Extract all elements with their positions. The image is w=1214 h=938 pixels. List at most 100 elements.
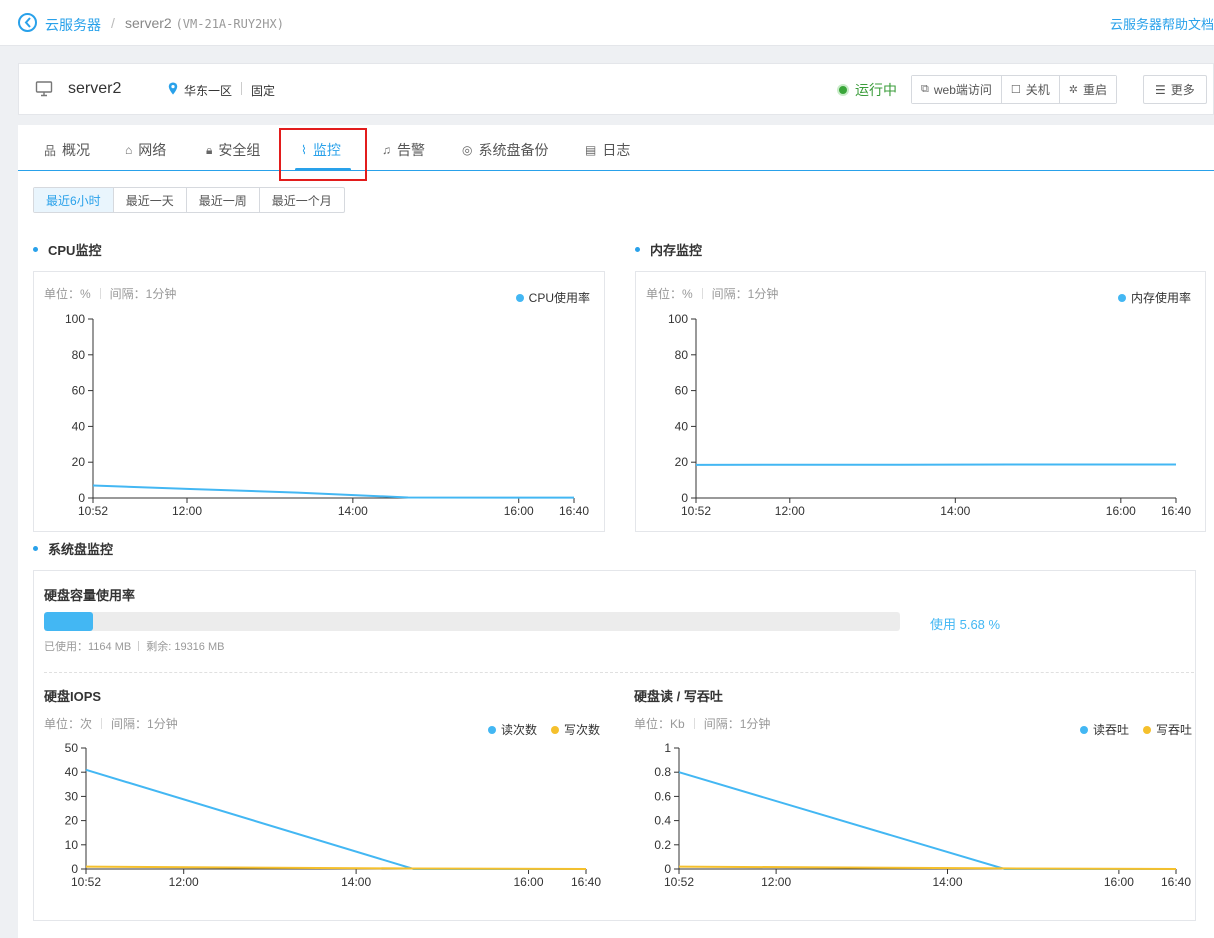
shutdown-button[interactable]: ☐ 关机 [1001, 76, 1060, 103]
server-action-group: ⧉ web端访问 ☐ 关机 ✲ 重启 [911, 75, 1117, 104]
breadcrumb-server-name: server2 [125, 15, 172, 31]
series-line-1 [85, 768, 586, 870]
section-dot-icon [635, 247, 640, 252]
x-tick-label: 16:00 [1104, 875, 1134, 889]
tab-security-group-label: 安全组 [218, 142, 261, 158]
memory-section-title: 内存监控 [635, 240, 702, 259]
reboot-button[interactable]: ✲ 重启 [1059, 76, 1116, 103]
web-console-button[interactable]: ⧉ web端访问 [912, 76, 1002, 103]
more-label: 更多 [1170, 83, 1195, 97]
billing-type-label: 固定 [251, 84, 276, 98]
main-panel: 品概况 ⌂ 网络 🔒︎ 安全组 ⌇ 监控 ♫ 告警 ◎ 系统盘备份 ▤ 日志 最近6小时 最… [18, 125, 1214, 938]
web-console-icon: ⧉ [921, 83, 929, 95]
disk-used: 已使用：1164 MB [44, 641, 132, 653]
x-tick-label: 12:00 [172, 504, 202, 518]
x-tick-label: 14:00 [341, 875, 371, 889]
iops-line-chart: 0 10 20 30 40 50 10:52 12:00 14:00 16:00 16:40 [65, 741, 602, 889]
y-tick-label: 10 [65, 838, 79, 852]
x-tick-label: 16:40 [571, 875, 601, 889]
gear-icon: ✲ [1068, 84, 1078, 96]
disk-title: 系统盘监控 [48, 542, 114, 557]
disk-usage-fill [44, 612, 93, 631]
monitor-icon [35, 80, 53, 101]
tab-disk-backup-label: 系统盘备份 [478, 142, 549, 158]
x-tick-label: 12:00 [761, 875, 791, 889]
memory-title: 内存监控 [650, 243, 703, 258]
help-docs-link[interactable]: 云服务器帮助文档 [1110, 14, 1214, 33]
menu-icon: ☰ [1155, 82, 1166, 97]
disk-free: 剩余: 19316 MB [146, 641, 225, 653]
tab-overview[interactable]: 品概况 [44, 140, 90, 160]
cpu-line-chart: 0 20 40 60 80 100 10:52 12:00 14:00 16:00 16:40 [65, 312, 589, 518]
x-tick-label: 16:00 [514, 875, 544, 889]
y-tick-label: 40 [65, 765, 79, 779]
x-tick-label: 10:52 [664, 875, 694, 889]
disk-capacity-title: 硬盘容量使用率 [44, 588, 136, 603]
series-line-1 [92, 484, 574, 499]
tab-network[interactable]: ⌂ 网络 [125, 140, 166, 160]
sitemap-icon: 品 [44, 143, 57, 158]
server-header-card: server2 华东一区 固定 运行中 ⧉ web端访问 ☐ 关机 ✲ 重启 ☰ 更多 [18, 63, 1214, 115]
range-1d-button[interactable]: 最近一天 [114, 188, 187, 212]
y-tick-label: 80 [675, 348, 689, 362]
region-label: 华东一区 [184, 84, 233, 98]
more-button[interactable]: ☰ 更多 [1143, 75, 1207, 104]
y-tick-label: 20 [72, 455, 86, 469]
y-tick-label: 80 [72, 348, 86, 362]
cpu-section-title: CPU监控 [33, 240, 101, 259]
x-tick-label: 10:52 [71, 875, 101, 889]
tab-overview-label: 概况 [62, 142, 91, 158]
x-tick-label: 16:40 [559, 504, 589, 518]
y-tick-label: 60 [72, 384, 86, 398]
breadcrumb-separator: / [111, 15, 115, 31]
reboot-label: 重启 [1082, 83, 1107, 97]
iops-chart-area: 硬盘IOPS 单位：次 间隔：1分钟 读次数 写次数 0 10 20 30 40 50 10:… [34, 674, 614, 914]
tab-logs[interactable]: ▤ 日志 [585, 140, 630, 160]
status-running-icon [837, 84, 849, 96]
range-1w-button[interactable]: 最近一周 [187, 188, 260, 212]
tab-alerts[interactable]: ♫ 告警 [382, 140, 425, 160]
y-tick-label: 0.6 [654, 789, 671, 803]
bell-icon: ♫ [382, 143, 391, 157]
y-tick-label: 40 [72, 419, 86, 433]
tab-security-group[interactable]: 🔒︎ 安全组 [206, 140, 260, 160]
x-tick-label: 14:00 [932, 875, 962, 889]
y-tick-label: 0 [664, 862, 671, 876]
back-arrow-icon[interactable] [18, 13, 37, 32]
y-tick-label: 1 [664, 741, 671, 755]
camera-icon: ◎ [462, 143, 473, 157]
section-dot-icon [33, 546, 38, 551]
y-tick-label: 0.4 [654, 814, 671, 828]
disk-usage-bar [44, 612, 900, 631]
tab-disk-backup[interactable]: ◎ 系统盘备份 [462, 140, 548, 160]
x-tick-label: 10:52 [78, 504, 108, 518]
x-tick-label: 16:00 [1106, 504, 1136, 518]
breadcrumb-server-code: (VM-21A-RUY2HX) [175, 17, 284, 31]
location-pin-icon [168, 82, 178, 98]
section-dot-icon [33, 247, 38, 252]
top-bar: 云服务器 / server2 (VM-21A-RUY2HX) 云服务器帮助文档 [0, 0, 1214, 46]
y-tick-label: 60 [675, 384, 689, 398]
y-tick-label: 0.8 [654, 765, 671, 779]
series-line-1 [678, 771, 1176, 870]
throughput-chart-area: 硬盘读 / 写吞吐 单位：Kb 间隔：1分钟 读吞吐 写吞吐 0 0.2 0.4 0.6… [624, 674, 1196, 914]
x-tick-label: 14:00 [940, 504, 970, 518]
y-tick-label: 20 [675, 455, 689, 469]
x-tick-label: 16:40 [1161, 875, 1191, 889]
lock-icon: 🔒︎ [206, 142, 213, 157]
square-icon: ☐ [1010, 84, 1021, 96]
disk-usage-percent: 使用 5.68 % [930, 617, 1001, 632]
network-icon: ⌂ [125, 143, 133, 157]
tab-network-label: 网络 [138, 142, 167, 158]
range-6h-button[interactable]: 最近6小时 [34, 188, 114, 212]
breadcrumb-parent-link[interactable]: 云服务器 [45, 15, 101, 35]
meta-divider [138, 641, 140, 651]
server-name: server2 [68, 80, 122, 97]
y-tick-label: 0 [71, 862, 78, 876]
range-1m-button[interactable]: 最近一个月 [260, 188, 344, 212]
dashed-divider [44, 672, 1194, 673]
y-tick-label: 20 [65, 814, 79, 828]
memory-chart-card: 单位：% 间隔：1分钟 内存使用率 0 20 40 60 80 100 10:52 12:00 1… [635, 271, 1206, 532]
tab-bar: 品概况 ⌂ 网络 🔒︎ 安全组 ⌇ 监控 ♫ 告警 ◎ 系统盘备份 ▤ 日志 [18, 125, 1214, 171]
y-tick-label: 50 [65, 741, 79, 755]
